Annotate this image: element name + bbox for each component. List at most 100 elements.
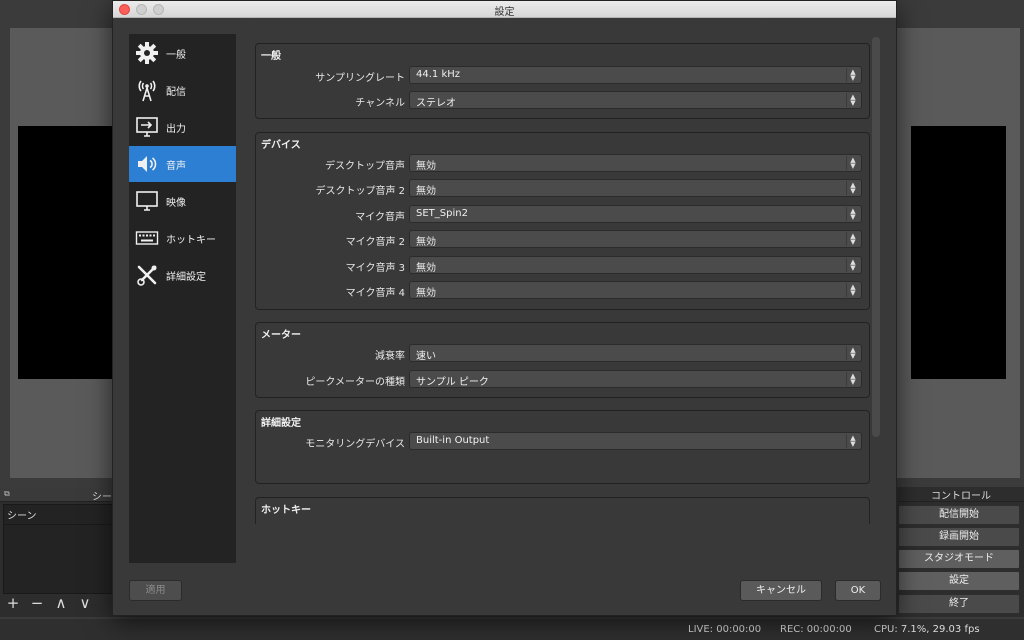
- sidebar-item-video[interactable]: 映像: [129, 183, 236, 219]
- settings-row: マイク音声 3 無効 ▲ ▼: [256, 256, 871, 275]
- row-label: モニタリングデバイス: [305, 439, 405, 450]
- settings-dialog: 設定 一般 配信 出力 音声 映像 ホットキー 詳細設定 一般 サンプリングレー…: [112, 0, 897, 616]
- move-scene-down-icon[interactable]: ∨: [77, 596, 93, 611]
- window-title: 設定: [494, 7, 515, 18]
- keyboard-icon: [134, 225, 160, 251]
- channels-select[interactable]: ステレオ ▲ ▼: [409, 91, 862, 109]
- sidebar-item-general[interactable]: 一般: [129, 35, 236, 71]
- sidebar-item-audio[interactable]: 音声: [129, 146, 236, 182]
- row-label: サンプリングレート: [315, 73, 405, 84]
- settings-row: モニタリングデバイス Built-in Output ▲ ▼: [256, 432, 871, 451]
- rec-timer: REC: 00:00:00: [780, 624, 852, 635]
- scenes-dock-header: ⧉ シー: [0, 487, 115, 503]
- scene-list-header: シーン: [4, 505, 112, 525]
- start-recording-button[interactable]: 録画開始: [898, 527, 1020, 547]
- monitoring-device-select[interactable]: Built-in Output ▲ ▼: [409, 432, 862, 450]
- row-label: デスクトップ音声 2: [315, 186, 405, 197]
- preview-canvas-right: [911, 126, 1006, 379]
- group-title: デバイス: [261, 140, 301, 151]
- settings-row: ピークメーターの種類 サンプル ピーク ▲ ▼: [256, 370, 871, 389]
- desktop-audio-select[interactable]: 無効 ▲ ▼: [409, 154, 862, 172]
- scene-list[interactable]: シーン: [3, 504, 113, 594]
- advanced-group: 詳細設定 モニタリングデバイス Built-in Output ▲ ▼: [255, 410, 870, 484]
- settings-row: 減衰率 速い ▲ ▼: [256, 344, 871, 363]
- sidebar-item-label: 出力: [166, 123, 186, 135]
- peak-meter-type-select[interactable]: サンプル ピーク ▲ ▼: [409, 370, 862, 388]
- title-bar[interactable]: 設定: [113, 1, 896, 18]
- sidebar-item-label: 一般: [166, 49, 186, 61]
- settings-row: マイク音声 SET_Spin2 ▲ ▼: [256, 205, 871, 224]
- gear-icon: [134, 40, 160, 66]
- sample-rate-select[interactable]: 44.1 kHz ▲ ▼: [409, 66, 862, 84]
- sidebar-item-advanced[interactable]: 詳細設定: [129, 257, 236, 293]
- settings-row: サンプリングレート 44.1 kHz ▲ ▼: [256, 66, 871, 85]
- general-group: 一般 サンプリングレート 44.1 kHz ▲ ▼ チャンネル ステレオ ▲ ▼: [255, 43, 870, 119]
- settings-button[interactable]: 設定: [898, 571, 1020, 591]
- chevron-updown-icon: ▲ ▼: [846, 346, 859, 360]
- select-value: Built-in Output: [416, 435, 490, 446]
- mic-audio-2-select[interactable]: 無効 ▲ ▼: [409, 230, 862, 248]
- tools-icon: [134, 262, 160, 288]
- sidebar-item-stream[interactable]: 配信: [129, 72, 236, 108]
- select-value: 44.1 kHz: [416, 69, 461, 80]
- controls-dock-title: コントロール: [898, 487, 1024, 502]
- select-value: 無効: [416, 237, 436, 248]
- decay-rate-select[interactable]: 速い ▲ ▼: [409, 344, 862, 362]
- ok-button[interactable]: OK: [835, 580, 881, 601]
- row-label: 減衰率: [375, 351, 405, 362]
- settings-row: デスクトップ音声 無効 ▲ ▼: [256, 154, 871, 173]
- sidebar-item-label: 配信: [166, 86, 186, 98]
- settings-row: チャンネル ステレオ ▲ ▼: [256, 91, 871, 110]
- group-title: 一般: [261, 51, 281, 62]
- mic-audio-3-select[interactable]: 無効 ▲ ▼: [409, 256, 862, 274]
- row-label: マイク音声 4: [345, 288, 405, 299]
- row-label: マイク音声 2: [345, 237, 405, 248]
- desktop-audio-2-select[interactable]: 無効 ▲ ▼: [409, 179, 862, 197]
- chevron-updown-icon: ▲ ▼: [846, 232, 859, 246]
- preview-canvas-left: [18, 126, 113, 379]
- studio-mode-button[interactable]: スタジオモード: [898, 549, 1020, 569]
- chevron-updown-icon: ▲ ▼: [846, 434, 859, 448]
- move-scene-up-icon[interactable]: ∧: [53, 596, 69, 611]
- group-title: ホットキー: [261, 505, 311, 516]
- chevron-updown-icon: ▲ ▼: [846, 283, 859, 297]
- select-value: SET_Spin2: [416, 208, 468, 219]
- mic-audio-select[interactable]: SET_Spin2 ▲ ▼: [409, 205, 862, 223]
- settings-row: デスクトップ音声 2 無効 ▲ ▼: [256, 179, 871, 198]
- cancel-button[interactable]: キャンセル: [740, 580, 822, 601]
- content-scrollbar[interactable]: [872, 37, 880, 437]
- add-scene-icon[interactable]: +: [5, 596, 21, 611]
- scene-toolbar: + − ∧ ∨: [5, 596, 93, 611]
- settings-sidebar: 一般 配信 出力 音声 映像 ホットキー 詳細設定: [129, 34, 236, 563]
- row-label: マイク音声: [355, 212, 405, 223]
- row-label: チャンネル: [355, 98, 405, 109]
- apply-button[interactable]: 適用: [129, 580, 182, 601]
- chevron-updown-icon: ▲ ▼: [846, 68, 859, 82]
- cpu-fps: CPU: 7.1%, 29.03 fps: [874, 624, 980, 635]
- sidebar-item-hotkeys[interactable]: ホットキー: [129, 220, 236, 256]
- row-label: マイク音声 3: [345, 263, 405, 274]
- meters-group: メーター 減衰率 速い ▲ ▼ ピークメーターの種類 サンプル ピーク ▲ ▼: [255, 322, 870, 398]
- exit-button[interactable]: 終了: [898, 594, 1020, 614]
- chevron-updown-icon: ▲ ▼: [846, 93, 859, 107]
- row-label: デスクトップ音声: [325, 161, 405, 172]
- sidebar-item-label: 詳細設定: [166, 271, 206, 283]
- hotkeys-group: ホットキー: [255, 497, 870, 524]
- select-value: サンプル ピーク: [416, 377, 489, 388]
- sidebar-item-output[interactable]: 出力: [129, 109, 236, 145]
- chevron-updown-icon: ▲ ▼: [846, 156, 859, 170]
- chevron-updown-icon: ▲ ▼: [846, 207, 859, 221]
- chevron-updown-icon: ▲ ▼: [846, 181, 859, 195]
- dock-float-icon[interactable]: ⧉: [4, 489, 10, 499]
- remove-scene-icon[interactable]: −: [29, 596, 45, 611]
- sidebar-item-label: 音声: [166, 160, 186, 172]
- settings-row: マイク音声 2 無効 ▲ ▼: [256, 230, 871, 249]
- group-title: 詳細設定: [261, 418, 301, 429]
- devices-group: デバイス デスクトップ音声 無効 ▲ ▼ デスクトップ音声 2 無効 ▲ ▼ マイク音声…: [255, 132, 870, 310]
- start-streaming-button[interactable]: 配信開始: [898, 505, 1020, 525]
- status-bar: LIVE: 00:00:00 REC: 00:00:00 CPU: 7.1%, …: [0, 619, 1024, 640]
- row-label: ピークメーターの種類: [305, 377, 405, 388]
- sidebar-item-label: ホットキー: [166, 234, 216, 246]
- select-value: 無効: [416, 161, 436, 172]
- mic-audio-4-select[interactable]: 無効 ▲ ▼: [409, 281, 862, 299]
